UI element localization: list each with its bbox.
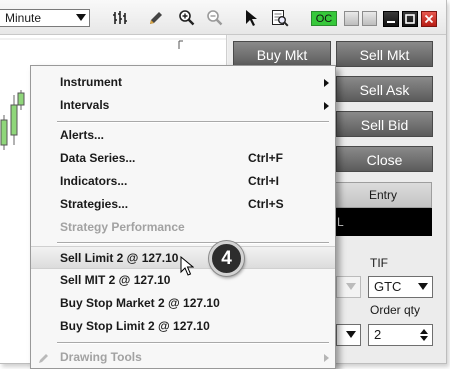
menu-item-buy-stop-limit[interactable]: Buy Stop Limit 2 @ 127.10 [31,315,335,338]
account-select[interactable] [336,276,361,298]
entry-value: L [334,208,432,236]
menu-separator [57,121,329,123]
chart-context-menu: Instrument Intervals Alerts... Data Seri… [30,65,336,369]
menu-item-shortcut: Ctrl+I [248,174,280,188]
sell-bid-button[interactable]: Sell Bid [336,111,433,137]
menu-item-instrument[interactable]: Instrument [31,71,335,94]
menu-item-alerts[interactable]: Alerts... [31,124,335,147]
sell-mkt-button[interactable]: Sell Mkt [336,41,433,67]
mouse-cursor-icon [180,256,194,276]
chevron-down-icon [346,331,356,338]
order-qty-label: Order qty [370,303,421,317]
menu-item-buy-stop-market[interactable]: Buy Stop Market 2 @ 127.10 [31,292,335,315]
color-box-1[interactable] [344,11,359,26]
menu-separator [57,342,329,344]
menu-item-label: Strategy Performance [60,220,185,234]
menu-item-label: Buy Stop Limit 2 @ 127.10 [60,319,210,333]
close-window-button[interactable] [421,11,437,27]
zoom-out-icon[interactable] [205,8,225,28]
bar-type-icon[interactable] [110,8,130,28]
menu-item-label: Strategies... [60,197,129,211]
menu-item-label: Intervals [60,98,110,112]
menu-item-shortcut: Ctrl+S [248,197,284,211]
menu-item-intervals[interactable]: Intervals [31,94,335,117]
minimize-button[interactable] [383,11,399,27]
candle [10,104,18,136]
color-box-2[interactable] [362,11,377,26]
menu-item-label: Indicators... [60,174,128,188]
step-number-badge: 4 [209,241,244,276]
chevron-down-icon [346,283,356,290]
pencil-icon[interactable] [146,8,166,28]
sell-ask-button[interactable]: Sell Ask [336,76,433,102]
maximize-button[interactable] [402,11,418,27]
submenu-arrow-icon [324,102,329,110]
close-position-button[interactable]: Close [336,146,433,172]
menu-item-label: Buy Stop Market 2 @ 127.10 [60,296,220,310]
tif-label: TIF [370,256,388,270]
interval-select[interactable]: Minute [0,9,90,27]
submenu-arrow-icon [324,354,329,362]
oc-toggle[interactable]: OC [311,11,337,26]
menu-item-indicators[interactable]: Indicators... Ctrl+I [31,170,335,193]
chevron-down-icon [76,14,86,21]
spinner-arrows-icon[interactable] [420,328,428,342]
zoom-in-icon[interactable] [177,8,197,28]
chevron-down-icon [418,283,428,290]
menu-separator [57,242,329,244]
interval-value: Minute [5,11,42,25]
order-qty-value: 2 [374,327,382,342]
pencil-icon [39,354,48,363]
menu-item-strategy-performance: Strategy Performance [31,216,335,239]
tif-select[interactable]: GTC [368,276,433,298]
submenu-arrow-icon [324,79,329,87]
buy-mkt-button[interactable]: Buy Mkt [233,41,331,67]
menu-item-data-series[interactable]: Data Series... Ctrl+F [31,147,335,170]
menu-item-label: Sell Limit 2 @ 127.10 [60,251,179,265]
find-icon[interactable] [270,8,290,28]
menu-item-label: Alerts... [60,128,105,142]
pointer-icon[interactable] [241,8,261,28]
entry-column-header: Entry [334,182,432,208]
menu-item-drawing-tools: Drawing Tools [31,346,335,369]
menu-item-label: Instrument [60,75,123,89]
menu-item-shortcut: Ctrl+F [248,151,284,165]
menu-item-label: Sell MIT 2 @ 127.10 [60,273,171,287]
order-qty-stepper[interactable]: 2 [368,324,433,346]
candle [0,119,8,146]
chart-toolbar: Minute OC [0,0,446,35]
menu-item-strategies[interactable]: Strategies... Ctrl+S [31,193,335,216]
menu-item-label: Data Series... [60,151,136,165]
tif-value: GTC [374,279,402,294]
quantity-select[interactable] [336,324,361,346]
menu-item-label: Drawing Tools [60,350,142,364]
candle [17,92,25,106]
